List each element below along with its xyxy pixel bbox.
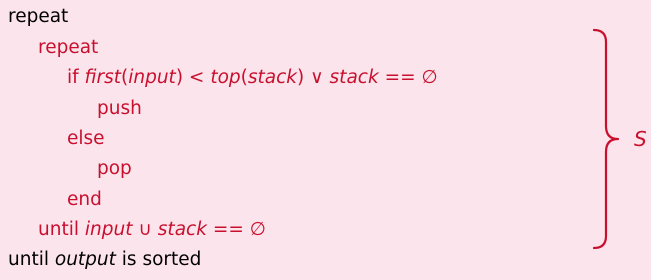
pop-line: pop [97, 157, 132, 181]
first-function: first [84, 67, 121, 88]
else-line: else [67, 127, 105, 151]
output-variable: output [54, 249, 116, 270]
stack-variable: stack [247, 67, 297, 88]
inner-until-keyword: until [38, 219, 79, 240]
right-brace [592, 28, 620, 250]
brace-path [592, 28, 620, 250]
end-keyword: end [67, 189, 102, 210]
is-sorted-text: is sorted [121, 249, 202, 270]
outer-repeat-keyword: repeat [8, 6, 69, 27]
less-than-operator: < [188, 67, 205, 88]
inner-repeat-line: repeat [38, 36, 98, 60]
else-keyword: else [67, 128, 105, 149]
stack-variable-3: stack [157, 219, 207, 240]
top-function: top [210, 67, 241, 88]
top-open-paren: ( [240, 67, 248, 88]
end-line: end [67, 188, 102, 212]
input-variable: input [128, 67, 176, 88]
push-line: push [97, 97, 142, 121]
push-statement: push [97, 98, 142, 119]
if-keyword: if [67, 67, 79, 88]
outer-until-keyword: until [8, 249, 49, 270]
inner-repeat-keyword: repeat [38, 37, 99, 58]
empty-set-symbol: ∅ [421, 67, 438, 88]
empty-set-symbol-2: ∅ [249, 219, 266, 240]
first-close-paren: ) [175, 67, 184, 88]
inner-until-line: until input ∪ stack == ∅ [38, 218, 266, 242]
outer-until-line: until output is sorted [8, 248, 201, 272]
outer-repeat-line: repeat [8, 5, 68, 29]
input-variable-2: input [84, 219, 133, 240]
equals-operator-2: == [212, 219, 244, 240]
top-close-paren: ) [297, 67, 305, 88]
brace-label: S [634, 127, 647, 151]
pop-statement: pop [97, 158, 132, 179]
if-line: if first(input) < top(stack) ∨ stack == … [67, 66, 438, 90]
or-operator: ∨ [310, 67, 324, 88]
stack-variable-2: stack [329, 67, 379, 88]
union-operator: ∪ [138, 219, 152, 240]
equals-operator: == [384, 67, 416, 88]
